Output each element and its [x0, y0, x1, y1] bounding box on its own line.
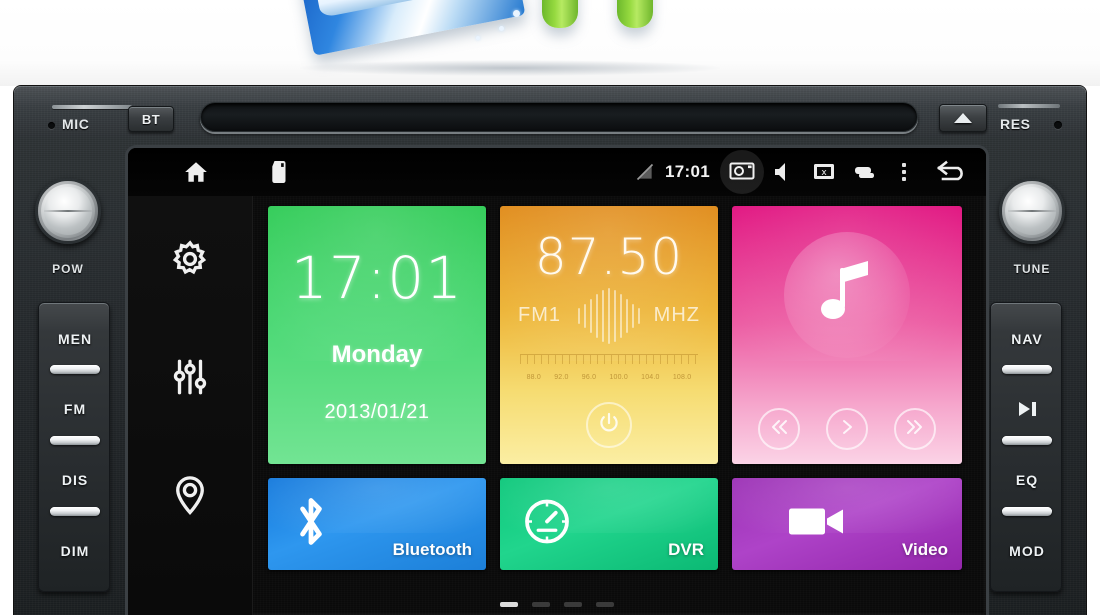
equalizer-icon[interactable]	[167, 354, 213, 400]
hw-button-dis[interactable]: DIS	[39, 444, 111, 516]
camera-icon	[729, 159, 755, 186]
tune-knob[interactable]	[998, 177, 1066, 245]
hw-button-dim[interactable]: DIM	[39, 515, 111, 587]
more-vertical-icon[interactable]	[884, 152, 924, 192]
bluetooth-icon	[290, 494, 332, 555]
mic-grille	[52, 105, 132, 109]
eject-icon	[954, 113, 972, 123]
play-pause-icon	[1018, 402, 1036, 416]
tile-gloss	[732, 478, 962, 534]
page-indicator[interactable]	[128, 602, 986, 607]
clock-tile-day: Monday	[331, 341, 423, 368]
reset-grille	[998, 104, 1060, 108]
radio-power-button[interactable]	[586, 402, 632, 448]
page-dot-1[interactable]	[500, 602, 518, 607]
music-icon-circle	[784, 232, 910, 358]
reset-pinhole[interactable]	[1054, 121, 1062, 129]
music-note-icon	[816, 258, 878, 333]
home-tile-grid: 17:01 Monday 2013/01/21 87.50 FM1 MHZ 88…	[268, 206, 968, 606]
no-signal-icon	[625, 152, 665, 192]
hw-button-fm[interactable]: FM	[39, 373, 111, 445]
next-track-button[interactable]	[894, 408, 936, 450]
video-tile-label: Video	[902, 540, 948, 559]
sparkle-1	[513, 10, 520, 17]
prev-track-button[interactable]	[758, 408, 800, 450]
sparkle-3	[476, 36, 480, 40]
hw-button-mod[interactable]: MOD	[991, 515, 1063, 587]
speedometer-icon	[522, 497, 572, 552]
recent-apps-icon[interactable]	[844, 152, 884, 192]
dvr-tile-label: DVR	[668, 540, 704, 559]
video-camera-icon	[788, 503, 846, 546]
head-unit-top-panel: MIC BT RES	[14, 86, 1086, 148]
next-icon	[905, 419, 925, 440]
home-icon[interactable]	[176, 152, 216, 192]
camera-button[interactable]	[720, 150, 764, 194]
svg-text:x: x	[821, 168, 827, 178]
product-shadow	[300, 60, 720, 76]
bluetooth-tile-label: Bluetooth	[392, 540, 472, 559]
right-button-stack: NAV EQ MOD	[990, 302, 1062, 592]
scale-tick: 96.0	[581, 374, 597, 381]
tile-dvr[interactable]: DVR	[500, 478, 718, 570]
clock-tile-date: 2013/01/21	[324, 401, 430, 423]
android-status-bar: 17:01 x	[128, 148, 986, 196]
tile-radio[interactable]: 87.50 FM1 MHZ 88.0 92.0 96.0 100.0 104.0…	[500, 206, 718, 464]
mic-label: MIC	[62, 116, 90, 132]
status-bar-clock: 17:01	[665, 162, 710, 181]
left-rail	[128, 196, 253, 615]
tile-video[interactable]: Video	[732, 478, 962, 570]
product-photo-strip	[0, 0, 1100, 86]
car-head-unit: MIC BT RES POW TUNE MEN FM DIS DIM NAV E	[14, 86, 1086, 615]
clock-tile-time: 17:01	[290, 244, 464, 312]
scale-tick: 108.0	[672, 374, 692, 381]
left-button-stack: MEN FM DIS DIM	[38, 302, 110, 592]
mic-hole-icon	[48, 122, 55, 129]
scale-tick: 100.0	[609, 374, 628, 381]
product-blue-package	[299, 0, 526, 56]
scale-tick: 92.0	[554, 374, 569, 381]
radio-waveform-icon	[578, 288, 640, 344]
music-transport-controls	[732, 408, 962, 450]
page-dot-3[interactable]	[564, 602, 582, 607]
radio-tuning-scale[interactable]	[520, 354, 698, 372]
screen-close-icon[interactable]: x	[804, 152, 844, 192]
product-green-item-1	[542, 0, 578, 28]
hw-button-play-pause[interactable]	[991, 373, 1063, 445]
tile-clock[interactable]: 17:01 Monday 2013/01/21	[268, 206, 486, 464]
sd-card-icon[interactable]	[260, 152, 300, 192]
page-dot-2[interactable]	[532, 602, 550, 607]
play-button[interactable]	[826, 408, 868, 450]
bt-button[interactable]: BT	[128, 106, 174, 132]
touchscreen-display[interactable]: 17:01 x 17:01 Monday 2013/01/21 87.50 FM…	[128, 148, 986, 615]
power-knob-label: POW	[52, 262, 84, 276]
tile-music[interactable]	[732, 206, 962, 464]
back-arrow-icon[interactable]	[924, 152, 978, 192]
settings-icon[interactable]	[167, 236, 213, 282]
sparkle-2	[499, 26, 504, 31]
power-icon	[597, 411, 621, 440]
tune-knob-label: TUNE	[1013, 262, 1051, 276]
play-icon	[839, 419, 855, 440]
eject-button[interactable]	[939, 104, 987, 132]
radio-scale-ticks: 88.0 92.0 96.0 100.0 104.0 108.0	[520, 374, 698, 381]
radio-tile-frequency: 87.50	[534, 228, 684, 286]
power-volume-knob[interactable]	[34, 177, 102, 245]
hw-button-eq[interactable]: EQ	[991, 444, 1063, 516]
prev-icon	[769, 419, 789, 440]
product-green-item-2	[617, 0, 653, 28]
scale-tick: 104.0	[641, 374, 660, 381]
scale-tick: 88.0	[526, 374, 542, 381]
radio-tile-unit: MHZ	[653, 304, 700, 326]
page-dot-4[interactable]	[596, 602, 614, 607]
location-icon[interactable]	[167, 472, 213, 518]
radio-tile-band: FM1	[518, 304, 561, 326]
res-label: RES	[1000, 116, 1031, 132]
tile-bluetooth[interactable]: Bluetooth	[268, 478, 486, 570]
cd-slot[interactable]	[200, 102, 918, 132]
speaker-icon[interactable]	[764, 152, 804, 192]
